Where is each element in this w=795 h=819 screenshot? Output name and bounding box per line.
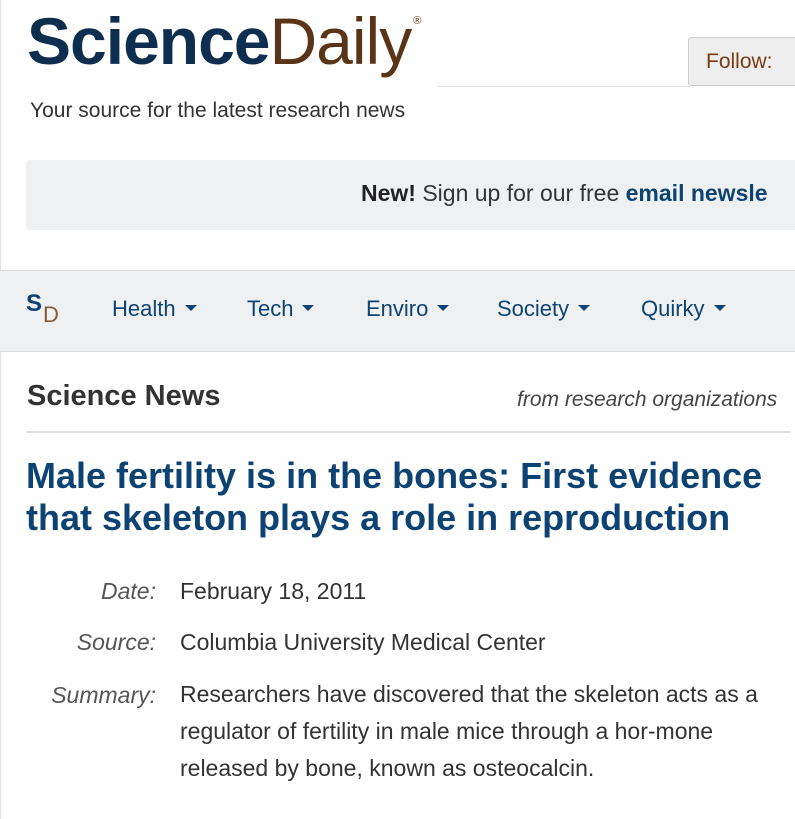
header-divider <box>438 86 690 87</box>
chevron-down-icon <box>302 305 315 312</box>
site-tagline: Your source for the latest research news <box>30 99 406 122</box>
registered-mark: ® <box>413 15 422 27</box>
section-divider <box>26 431 791 433</box>
signup-message: New! Sign up for our free email newsle <box>361 180 768 207</box>
article-summary: Researchers have discovered that the ske… <box>180 681 758 781</box>
nav-item-label: Quirky <box>641 296 705 321</box>
source-label: Source: <box>76 629 156 655</box>
nav-item-health[interactable]: Health <box>112 296 197 322</box>
summary-label: Summary: <box>51 682 156 708</box>
nav-item-quirky[interactable]: Quirky <box>641 296 726 322</box>
nav-item-label: Enviro <box>366 296 429 321</box>
chevron-down-icon <box>578 305 591 312</box>
email-newsletter-link[interactable]: email newsle <box>626 180 768 206</box>
signup-text: Sign up for our free <box>415 180 626 206</box>
follow-button[interactable]: Follow: <box>688 37 795 86</box>
nav-logo-s: S <box>26 290 43 317</box>
nav-item-tech[interactable]: Tech <box>247 296 315 322</box>
date-label: Date: <box>101 578 156 604</box>
section-subtitle: from research organizations <box>517 388 778 411</box>
nav-item-label: Tech <box>247 296 294 321</box>
section-title: Science News <box>27 380 221 412</box>
chevron-down-icon <box>184 305 197 312</box>
sciencedaily-logo[interactable]: ScienceDaily ® <box>27 8 422 74</box>
nav-home-logo[interactable]: S D <box>26 290 66 330</box>
logo-science-text: Science <box>27 4 270 78</box>
nav-item-label: Society <box>497 296 570 321</box>
article-date: February 18, 2011 <box>180 578 367 604</box>
nav-item-label: Health <box>112 296 176 321</box>
article-headline: Male fertility is in the bones: First ev… <box>26 455 763 538</box>
chevron-down-icon <box>437 305 450 312</box>
nav-item-society[interactable]: Society <box>497 296 591 322</box>
article-source: Columbia University Medical Center <box>180 629 546 655</box>
logo-daily-text: Daily <box>269 4 413 78</box>
new-label: New! <box>361 180 416 206</box>
chevron-down-icon <box>713 305 726 312</box>
nav-item-enviro[interactable]: Enviro <box>366 296 450 322</box>
nav-logo-d: D <box>43 302 59 327</box>
page-edge <box>0 0 1 819</box>
